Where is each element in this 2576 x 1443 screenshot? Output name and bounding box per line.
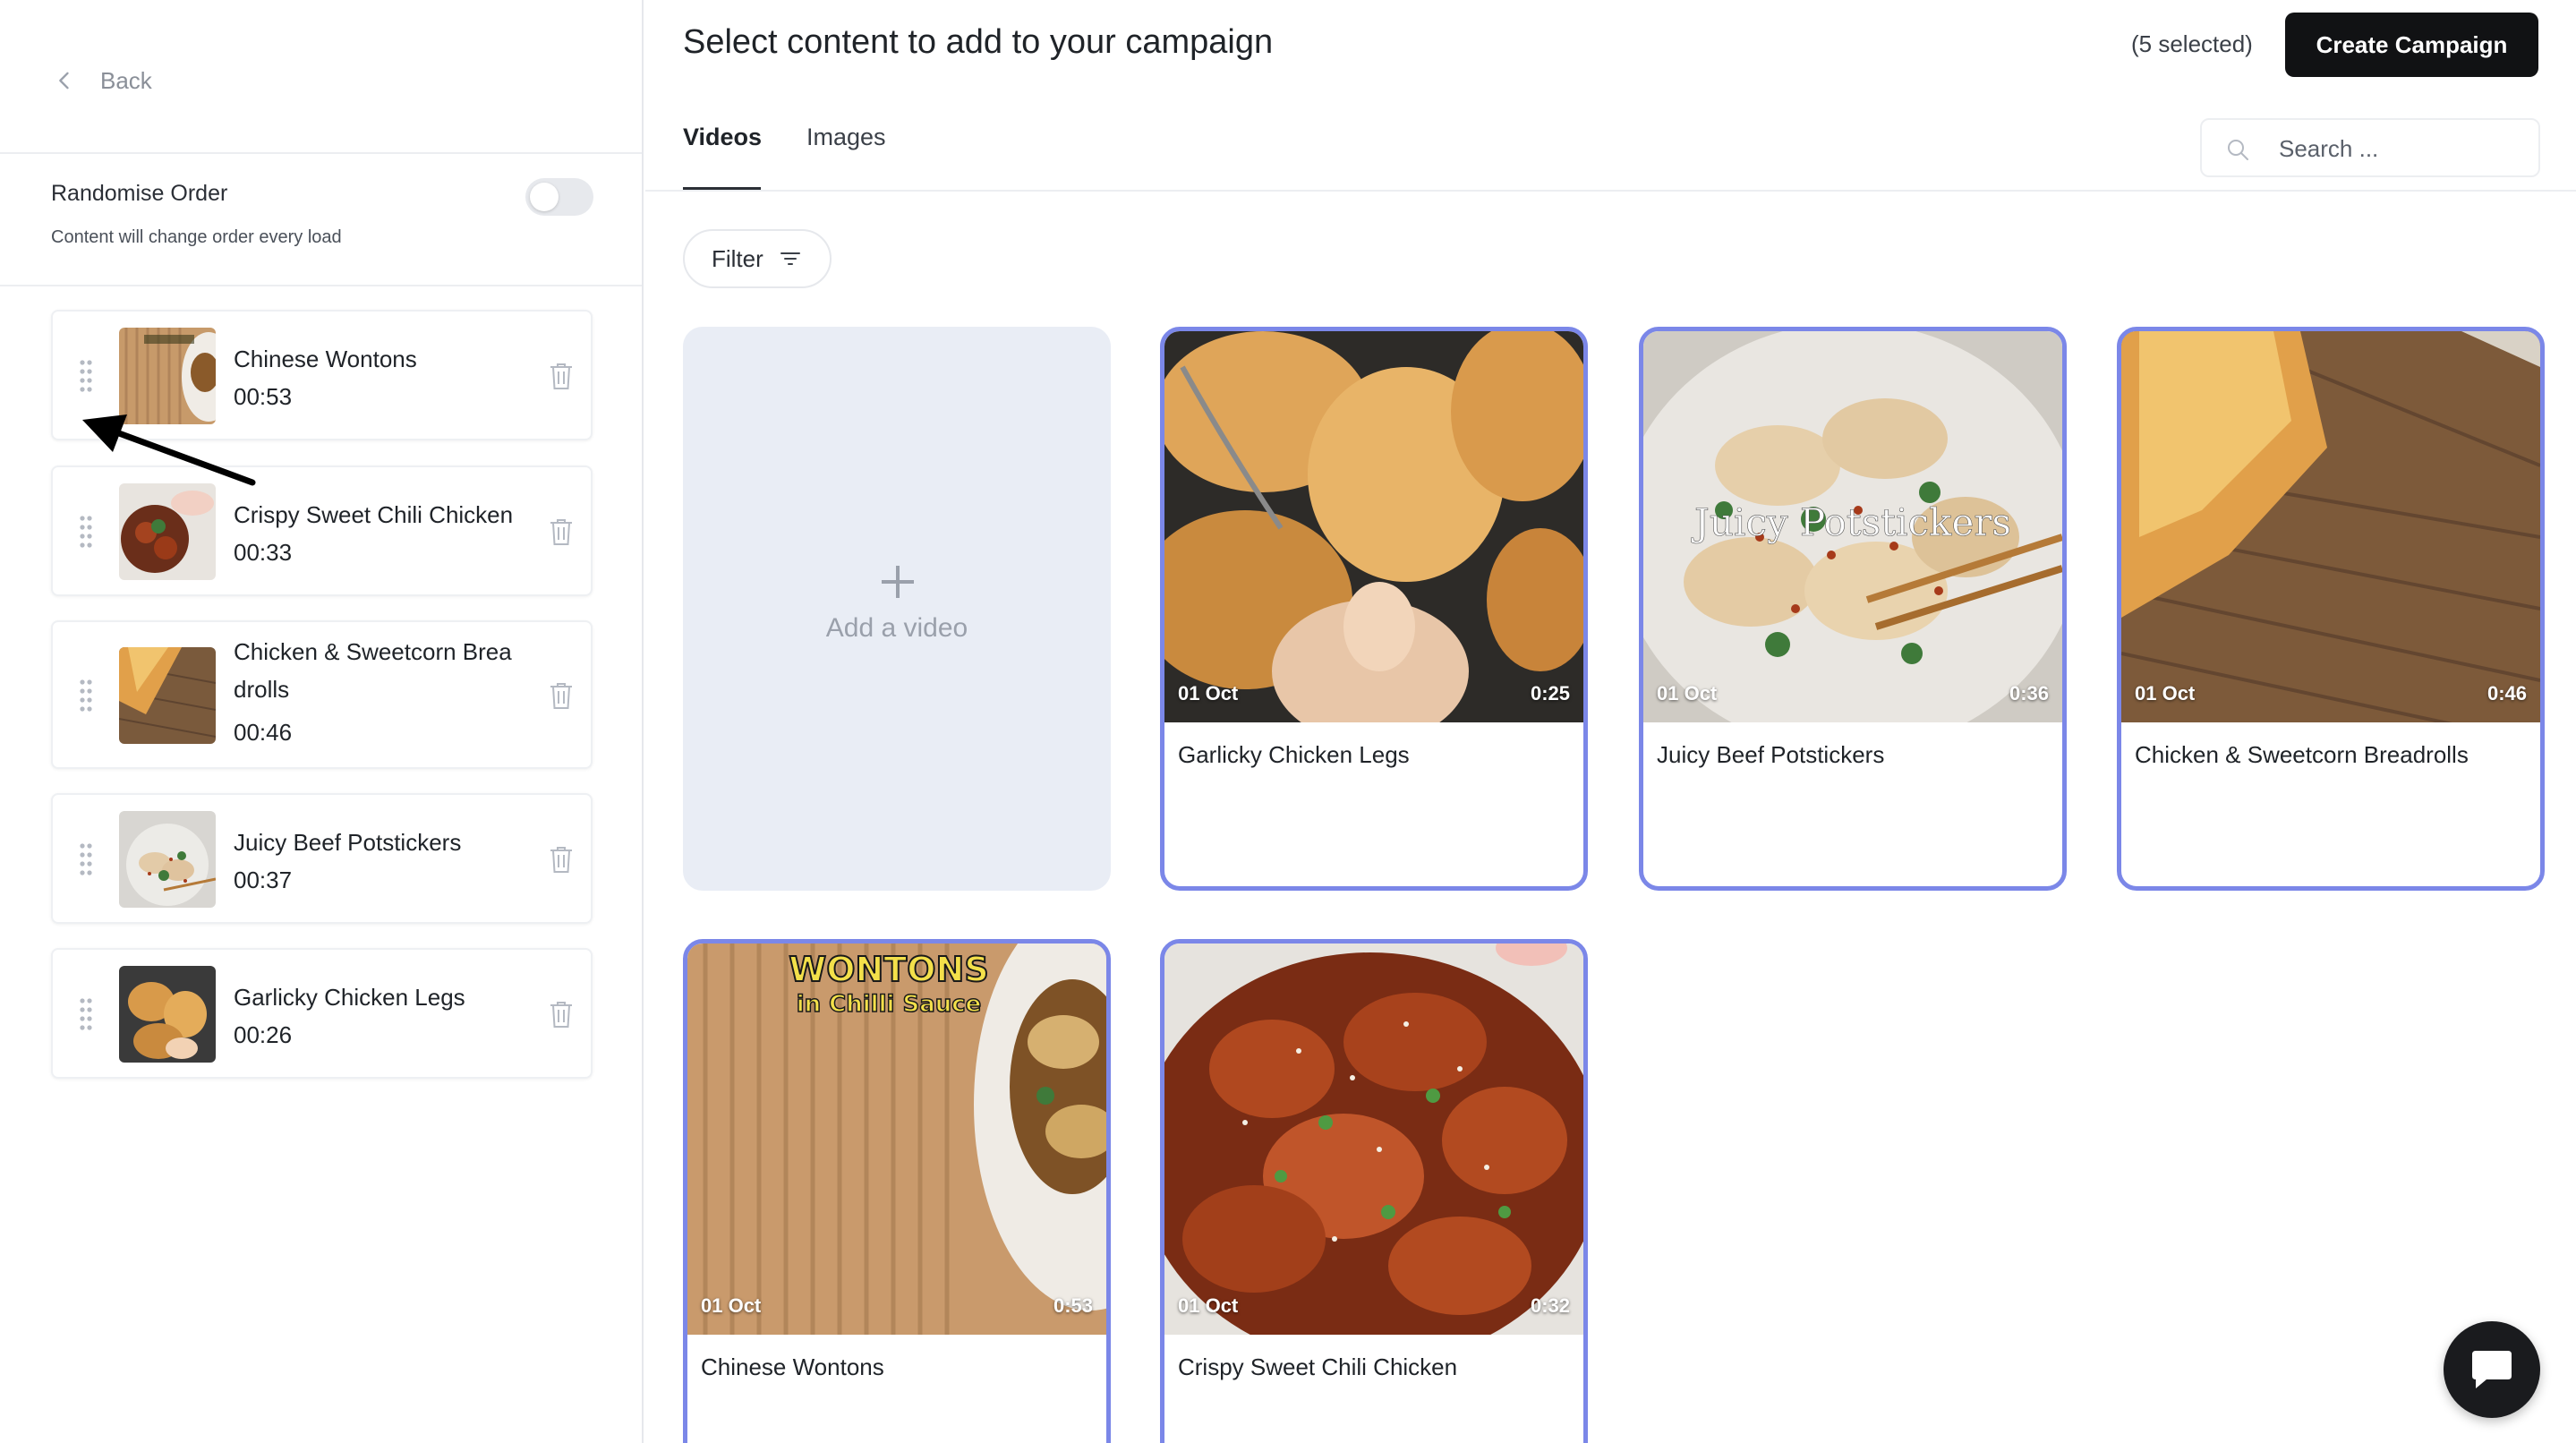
queue-item-title: Chicken & Sweetcorn Brea drolls — [234, 638, 512, 703]
video-thumbnail: WONTONS in Chilli Sauce — [687, 944, 1106, 1335]
video-duration: 0:25 — [1530, 682, 1570, 704]
randomise-subtitle: Content will change order every load — [51, 227, 342, 247]
video-thumbnail — [1164, 331, 1583, 722]
create-campaign-button[interactable]: Create Campaign — [2285, 13, 2538, 77]
back-button[interactable]: Back — [52, 63, 152, 98]
add-video-label: Add a video — [825, 613, 968, 643]
video-duration: 0:53 — [1053, 1294, 1093, 1317]
queue-item-duration: 00:46 — [234, 719, 293, 746]
queue-item[interactable]: Crispy Sweet Chili Chicken 00:33 — [51, 465, 593, 596]
video-title: Juicy Beef Potstickers — [1657, 741, 1885, 768]
toggle-knob — [530, 183, 559, 211]
queue-item-title: Crispy Sweet Chili Chicken — [234, 501, 514, 528]
queue-thumbnail — [119, 483, 216, 580]
sidebar: Back Randomise Order Content will change… — [0, 0, 644, 1443]
queue-thumbnail — [119, 966, 216, 1063]
trash-icon[interactable] — [548, 362, 575, 390]
queue-item-title: Juicy Beef Potstickers — [234, 829, 462, 856]
queue-thumbnail — [119, 647, 216, 744]
video-date: 01 Oct — [1178, 682, 1239, 704]
video-thumbnail — [2121, 331, 2540, 722]
randomise-title: Randomise Order — [51, 181, 228, 206]
search-box — [2200, 118, 2540, 177]
queue-thumbnail — [119, 811, 216, 908]
add-video-card[interactable]: Add a video — [683, 327, 1111, 891]
drag-handle-icon[interactable] — [78, 996, 94, 1032]
drag-handle-icon[interactable] — [78, 841, 94, 877]
drag-handle-icon[interactable] — [78, 358, 94, 394]
video-title: Chinese Wontons — [701, 1353, 884, 1380]
tab-videos[interactable]: Videos — [683, 124, 762, 151]
chevron-left-icon — [59, 72, 69, 90]
chat-button[interactable] — [2444, 1321, 2540, 1418]
video-card[interactable]: 01 Oct 0:25 Garlicky Chicken Legs — [1160, 327, 1588, 891]
queue-item-duration: 00:53 — [234, 383, 293, 410]
video-title: Chicken & Sweetcorn Breadrolls — [2135, 741, 2469, 768]
video-overlay-text: Juicy Potstickers — [1691, 500, 2011, 544]
video-title: Garlicky Chicken Legs — [1178, 741, 1410, 768]
randomise-toggle[interactable] — [525, 178, 593, 216]
video-card[interactable]: WONTONS in Chilli Sauce 01 Oct 0:53 Chin… — [683, 939, 1111, 1443]
trash-icon[interactable] — [548, 517, 575, 546]
filter-label: Filter — [712, 244, 763, 272]
video-date: 01 Oct — [2135, 682, 2196, 704]
video-card[interactable]: Juicy Potstickers 01 Oct 0:36 Juicy Beef… — [1639, 327, 2067, 891]
video-thumbnail — [1164, 944, 1583, 1335]
video-thumbnail: Juicy Potstickers — [1643, 331, 2062, 722]
video-duration: 0:46 — [2486, 682, 2527, 704]
main-content: Select content to add to your campaign (… — [645, 0, 2576, 1443]
queue-item[interactable]: Juicy Beef Potstickers 00:37 — [51, 793, 593, 924]
queue-item[interactable]: Chinese Wontons 00:53 — [51, 310, 593, 440]
video-date: 01 Oct — [1178, 1294, 1239, 1317]
video-title: Crispy Sweet Chili Chicken — [1178, 1353, 1458, 1380]
video-overlay-text: WONTONS — [789, 950, 988, 989]
video-date: 01 Oct — [701, 1294, 762, 1317]
plus-icon — [880, 564, 916, 600]
queue-item-title: Garlicky Chicken Legs — [234, 984, 465, 1011]
queue-item[interactable]: Chicken & Sweetcorn Brea drolls 00:46 — [51, 620, 593, 769]
video-date: 01 Oct — [1657, 682, 1718, 704]
queue-item-duration: 00:26 — [234, 1021, 293, 1048]
chat-icon — [2472, 1351, 2512, 1388]
video-card[interactable]: 01 Oct 0:32 Crispy Sweet Chili Chicken — [1160, 939, 1588, 1443]
back-label: Back — [100, 66, 152, 94]
selected-count: (5 selected) — [2131, 30, 2253, 57]
page-title: Select content to add to your campaign — [683, 23, 1274, 61]
trash-icon[interactable] — [548, 845, 575, 874]
video-card[interactable]: 01 Oct 0:46 Chicken & Sweetcorn Breadrol… — [2117, 327, 2545, 891]
drag-handle-icon[interactable] — [78, 514, 94, 550]
queue-item-title: Chinese Wontons — [234, 346, 417, 372]
trash-icon[interactable] — [548, 1000, 575, 1029]
video-overlay-subtext: in Chilli Sauce — [797, 991, 982, 1018]
video-duration: 0:32 — [1530, 1294, 1570, 1317]
video-duration: 0:36 — [2009, 682, 2049, 704]
queue-item-duration: 00:33 — [234, 539, 293, 566]
divider — [645, 190, 2576, 192]
search-input[interactable] — [2279, 131, 2521, 166]
filter-icon — [780, 252, 800, 265]
tab-images[interactable]: Images — [806, 124, 886, 151]
search-icon — [2228, 140, 2248, 160]
queue-thumbnail — [119, 328, 216, 424]
divider — [0, 152, 642, 154]
divider — [0, 285, 642, 286]
filter-button[interactable]: Filter — [683, 229, 832, 288]
trash-icon[interactable] — [548, 681, 575, 710]
drag-handle-icon[interactable] — [78, 678, 94, 713]
queue-item-duration: 00:37 — [234, 867, 293, 893]
queue-item[interactable]: Garlicky Chicken Legs 00:26 — [51, 948, 593, 1079]
